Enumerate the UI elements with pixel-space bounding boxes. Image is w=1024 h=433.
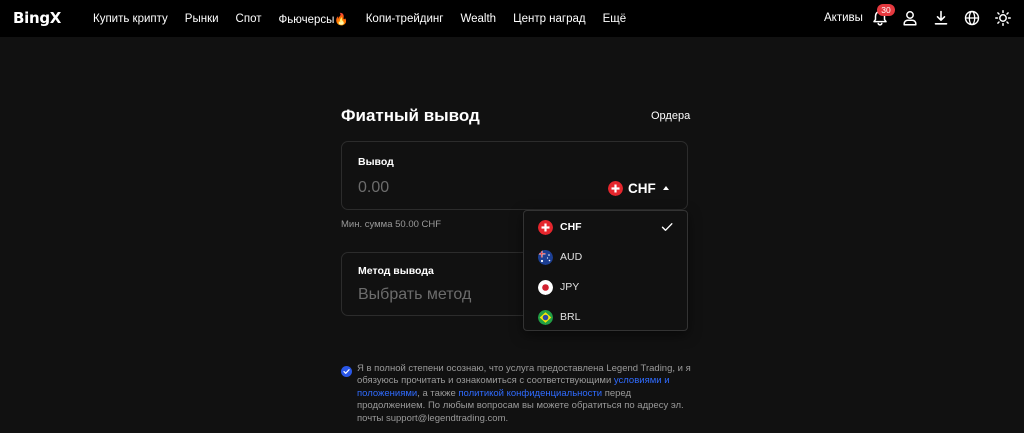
australia-flag-icon	[538, 249, 553, 265]
consent-checkbox[interactable]	[341, 366, 352, 377]
nav-assets-link[interactable]: Активы	[824, 12, 863, 24]
consent-text: Я в полной степени осознаю, что услуга п…	[357, 363, 697, 425]
brazil-flag-icon	[538, 309, 553, 325]
bingx-logo[interactable]: BingX	[13, 9, 61, 27]
nav-item-wealth[interactable]: Wealth	[460, 13, 496, 25]
nav-item-rewards-center[interactable]: Центр наград	[513, 13, 586, 25]
currency-option-chf[interactable]: CHF	[524, 213, 687, 241]
nav-item-more[interactable]: Ещё	[603, 13, 627, 25]
currency-option-label: CHF	[560, 221, 582, 233]
check-icon	[661, 221, 673, 233]
nav-item-buy-crypto[interactable]: Купить крипту	[93, 13, 168, 25]
currency-option-label: JPY	[560, 281, 580, 293]
notification-badge: 30	[877, 4, 895, 16]
nav-item-spot[interactable]: Спот	[236, 13, 262, 25]
withdraw-amount-card: Вывод CHF	[341, 141, 688, 210]
page-title: Фиатный вывод	[341, 106, 480, 125]
consent-text-part-2: , а также	[417, 387, 459, 399]
globe-icon[interactable]	[963, 9, 981, 27]
currency-option-label: AUD	[560, 251, 583, 263]
method-select[interactable]: Выбрать метод	[358, 286, 471, 304]
caret-up-icon	[662, 186, 669, 190]
selected-currency-code: CHF	[628, 180, 656, 196]
currency-selector[interactable]: CHF	[608, 178, 669, 198]
nav-item-copy-trading[interactable]: Копи-трейдинг	[366, 13, 444, 25]
orders-link[interactable]: Ордера	[651, 110, 690, 122]
download-icon[interactable]	[932, 9, 950, 27]
min-sum-hint: Мин. сумма 50.00 CHF	[341, 219, 442, 230]
currency-option-aud[interactable]: AUD	[524, 243, 687, 271]
currency-option-label: BRL	[560, 311, 581, 323]
user-icon[interactable]	[901, 9, 919, 27]
method-label: Метод вывода	[358, 265, 434, 277]
privacy-policy-link[interactable]: политикой конфиденциальности	[458, 388, 602, 399]
top-nav: BingX Купить крипту Рынки Спот Фьючерсы🔥…	[0, 0, 1024, 37]
currency-option-jpy[interactable]: JPY	[524, 273, 687, 301]
main-nav: Купить крипту Рынки Спот Фьючерсы🔥 Копи-…	[93, 0, 643, 37]
japan-flag-icon	[538, 279, 553, 295]
swiss-flag-icon	[538, 219, 553, 235]
withdraw-label: Вывод	[358, 156, 394, 168]
swiss-flag-icon	[608, 180, 623, 196]
amount-input[interactable]	[358, 177, 578, 199]
currency-option-brl[interactable]: BRL	[524, 303, 687, 331]
nav-item-futures[interactable]: Фьючерсы🔥	[278, 12, 348, 26]
currency-dropdown: CHF AUD JPY BRL	[523, 210, 688, 331]
nav-item-markets[interactable]: Рынки	[185, 13, 219, 25]
sun-icon[interactable]	[994, 9, 1012, 27]
